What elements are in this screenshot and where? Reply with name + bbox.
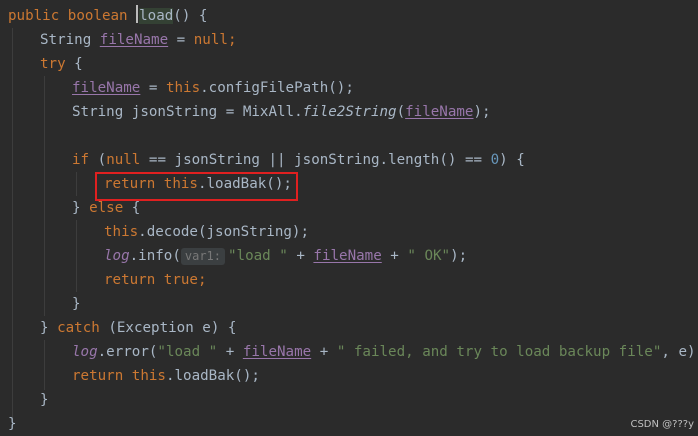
expression-token: == jsonString || jsonString.length() == bbox=[140, 152, 491, 168]
code-line-11[interactable]: log.info(var1: "load " + fileName + " OK"… bbox=[104, 244, 467, 268]
code-line-1[interactable]: public boolean load() { bbox=[8, 4, 207, 28]
method-call-token[interactable]: .error( bbox=[98, 344, 158, 360]
indent-guide bbox=[44, 340, 45, 390]
code-line-14[interactable]: } catch (Exception e) { bbox=[40, 316, 236, 340]
keyword-token: try bbox=[40, 56, 66, 72]
indent-guide bbox=[76, 220, 77, 292]
string-token: "load " bbox=[228, 248, 288, 264]
punctuation-token: () { bbox=[173, 8, 208, 24]
operator-token: + bbox=[217, 344, 243, 360]
string-token: " OK" bbox=[407, 248, 451, 264]
indent-guide bbox=[76, 172, 77, 196]
parameter-hint: var1: bbox=[180, 248, 225, 265]
field-token[interactable]: fileName bbox=[243, 344, 311, 360]
punctuation-token: { bbox=[65, 56, 83, 72]
punctuation-token: ; bbox=[197, 272, 207, 288]
text-cursor bbox=[136, 5, 139, 23]
code-line-5[interactable]: String jsonString = MixAll.file2String(f… bbox=[72, 100, 491, 124]
punctuation-token: } bbox=[72, 200, 90, 216]
method-call-token[interactable]: .decode(jsonString); bbox=[138, 224, 309, 240]
code-line-16[interactable]: return this.loadBak(); bbox=[72, 364, 260, 388]
keyword-token: public boolean bbox=[8, 8, 137, 24]
operator-token: = bbox=[140, 80, 166, 96]
code-line-12[interactable]: return true; bbox=[104, 268, 207, 292]
punctuation-token: { bbox=[123, 200, 141, 216]
keyword-token: this bbox=[104, 224, 139, 240]
punctuation-token: } bbox=[40, 392, 49, 408]
punctuation-token: ( bbox=[396, 104, 406, 120]
punctuation-token: } bbox=[8, 416, 17, 432]
static-method-token[interactable]: file2String bbox=[303, 104, 397, 120]
punctuation-token: ) { bbox=[499, 152, 525, 168]
string-token: " failed, and try to load backup file" bbox=[336, 344, 662, 360]
field-token[interactable]: fileName bbox=[72, 80, 140, 96]
field-token[interactable]: fileName bbox=[405, 104, 473, 120]
method-call-token[interactable]: .configFilePath(); bbox=[200, 80, 354, 96]
keyword-token: null bbox=[106, 152, 141, 168]
declaration-token: String jsonString = MixAll. bbox=[72, 104, 303, 120]
code-line-18[interactable]: } bbox=[8, 412, 17, 436]
keyword-token: return bbox=[104, 272, 164, 288]
punctuation-token: , e); bbox=[661, 344, 698, 360]
code-line-17[interactable]: } bbox=[40, 388, 49, 412]
code-editor[interactable]: public boolean load() { String fileName … bbox=[0, 0, 698, 434]
operator-token: + bbox=[381, 248, 408, 264]
method-call-token[interactable]: .info( bbox=[130, 248, 181, 264]
keyword-token: if bbox=[72, 152, 90, 168]
field-token[interactable]: fileName bbox=[100, 32, 168, 48]
operator-token: = bbox=[168, 32, 194, 48]
code-line-10[interactable]: this.decode(jsonString); bbox=[104, 220, 309, 244]
indent-guide bbox=[12, 28, 13, 418]
punctuation-token: ; bbox=[227, 32, 237, 48]
field-token[interactable]: log bbox=[72, 344, 98, 360]
method-name-token[interactable]: load bbox=[139, 8, 174, 24]
operator-token: + bbox=[311, 344, 337, 360]
punctuation-token: ( bbox=[89, 152, 107, 168]
watermark: CSDN @???y bbox=[630, 419, 694, 430]
punctuation-token: } bbox=[72, 296, 81, 312]
operator-token: + bbox=[287, 248, 314, 264]
keyword-token: true bbox=[163, 272, 198, 288]
code-line-2[interactable]: String fileName = null; bbox=[40, 28, 236, 52]
code-line-7[interactable]: if (null == jsonString || jsonString.len… bbox=[72, 148, 525, 172]
code-line-13[interactable]: } bbox=[72, 292, 81, 316]
field-token[interactable]: fileName bbox=[313, 248, 381, 264]
type-token: String bbox=[40, 32, 100, 48]
method-call-token[interactable]: .loadBak(); bbox=[166, 368, 260, 384]
code-line-4[interactable]: fileName = this.configFilePath(); bbox=[72, 76, 354, 100]
code-line-15[interactable]: log.error("load " + fileName + " failed,… bbox=[72, 340, 698, 364]
number-token: 0 bbox=[490, 152, 500, 168]
punctuation-token: ); bbox=[450, 248, 468, 264]
keyword-token: this bbox=[131, 368, 166, 384]
catch-clause-token: (Exception e) { bbox=[99, 320, 237, 336]
keyword-token: else bbox=[89, 200, 124, 216]
indent-guide bbox=[44, 76, 45, 316]
code-line-3[interactable]: try { bbox=[40, 52, 83, 76]
code-line-9[interactable]: } else { bbox=[72, 196, 140, 220]
keyword-token: null bbox=[193, 32, 228, 48]
keyword-token: return bbox=[72, 368, 132, 384]
keyword-token: catch bbox=[57, 320, 100, 336]
field-token[interactable]: log bbox=[104, 248, 130, 264]
keyword-token: this bbox=[165, 80, 201, 96]
punctuation-token: } bbox=[40, 320, 58, 336]
string-token: "load " bbox=[157, 344, 218, 360]
punctuation-token: ); bbox=[473, 104, 491, 120]
